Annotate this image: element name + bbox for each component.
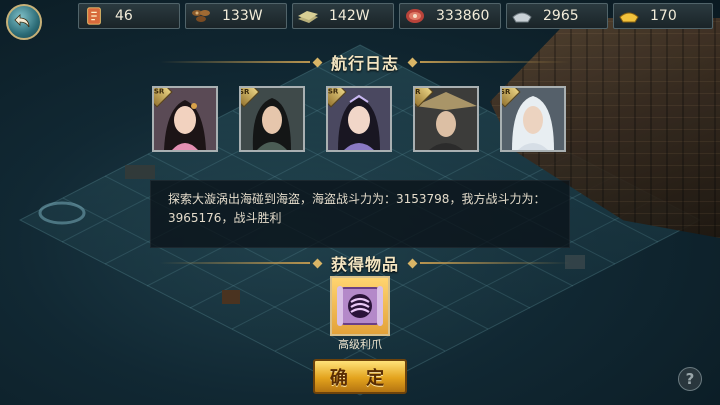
log-title: 航行日志 xyxy=(331,54,400,73)
hero-portrait-2[interactable]: SR xyxy=(239,86,305,152)
meat-icon xyxy=(404,5,426,27)
resource-wood: 133W xyxy=(185,3,287,29)
rewards-title-ribbon: 获得物品 xyxy=(160,253,570,274)
wood-icon xyxy=(190,5,212,27)
log-title-ribbon: 航行日志 xyxy=(160,52,570,73)
battle-message-text: 探索大漩涡出海碰到海盗，海盗战斗力为：3153798，我方战斗力为：396517… xyxy=(168,192,546,225)
hero-portrait-5[interactable]: SR xyxy=(500,86,566,152)
hero-portrait-4[interactable]: R xyxy=(413,86,479,152)
grain-icon xyxy=(297,5,319,27)
battle-message-panel: 探索大漩涡出海碰到海盗，海盗战斗力为：3153798，我方战斗力为：396517… xyxy=(150,180,570,248)
resource-silver: 2965 xyxy=(506,3,608,29)
resource-gold: 170 xyxy=(613,3,713,29)
back-arrow-icon xyxy=(14,14,30,28)
hero-portrait-3[interactable]: SSR xyxy=(326,86,392,152)
token-icon xyxy=(83,5,105,27)
silver-icon xyxy=(511,5,533,27)
resource-token-value: 46 xyxy=(115,8,133,24)
claw-scroll-icon xyxy=(337,286,383,326)
rewards-title: 获得物品 xyxy=(331,255,400,274)
resource-meat: 333860 xyxy=(399,3,501,29)
resource-meat-value: 333860 xyxy=(436,8,490,24)
reward-item-slot[interactable] xyxy=(330,276,390,336)
resource-token: 46 xyxy=(78,3,180,29)
resource-wood-value: 133W xyxy=(222,8,263,24)
resource-gold-value: 170 xyxy=(650,8,677,24)
resource-silver-value: 2965 xyxy=(543,8,579,24)
gold-icon xyxy=(618,5,640,27)
reward-item-name: 高级利爪 xyxy=(338,338,382,351)
hero-portrait-1[interactable]: SSR xyxy=(152,86,218,152)
confirm-button[interactable]: 确 定 xyxy=(313,359,407,394)
resource-grain-value: 142W xyxy=(329,8,370,24)
resource-grain: 142W xyxy=(292,3,394,29)
back-button[interactable] xyxy=(6,4,42,40)
help-button[interactable]: ? xyxy=(678,367,702,391)
